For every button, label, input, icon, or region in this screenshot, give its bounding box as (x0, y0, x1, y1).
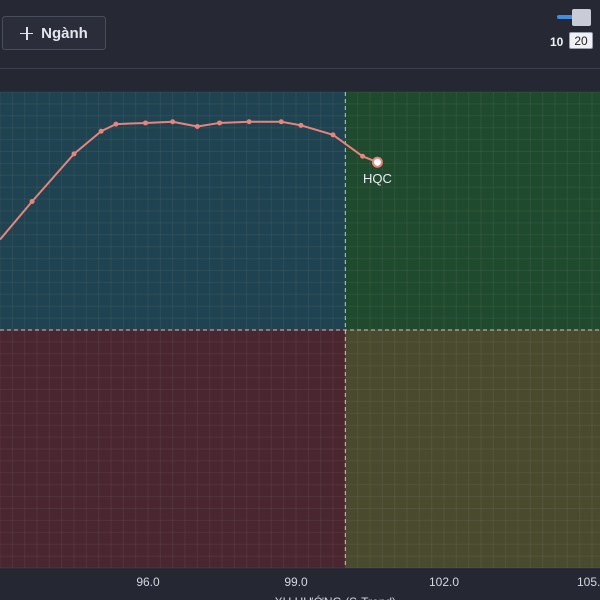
series-point (29, 198, 35, 204)
rrg-chart: 96.0 99.0 102.0 105.0 XU HƯỚNG (S-Trend) HQC (0, 91, 600, 600)
series-point (330, 132, 336, 138)
grid (0, 91, 600, 569)
series-point (71, 151, 77, 157)
series-label: HQC (363, 171, 392, 186)
series-point (113, 121, 119, 127)
series-point (170, 119, 176, 125)
series-point (98, 128, 104, 134)
series-point (143, 120, 149, 126)
series-point (217, 120, 223, 126)
x-tick-label: 96.0 (136, 575, 160, 589)
x-axis-label: XU HƯỚNG (S-Trend) (275, 594, 396, 600)
series-point (278, 119, 284, 125)
series-point (360, 153, 366, 159)
x-tick-label: 102.0 (429, 575, 459, 589)
series-point (298, 122, 304, 128)
x-tick-label: 99.0 (284, 575, 308, 589)
x-tick-label: 105.0 (577, 575, 600, 589)
series-end-point (371, 156, 383, 168)
series-point (246, 119, 252, 125)
series-point (194, 124, 200, 130)
